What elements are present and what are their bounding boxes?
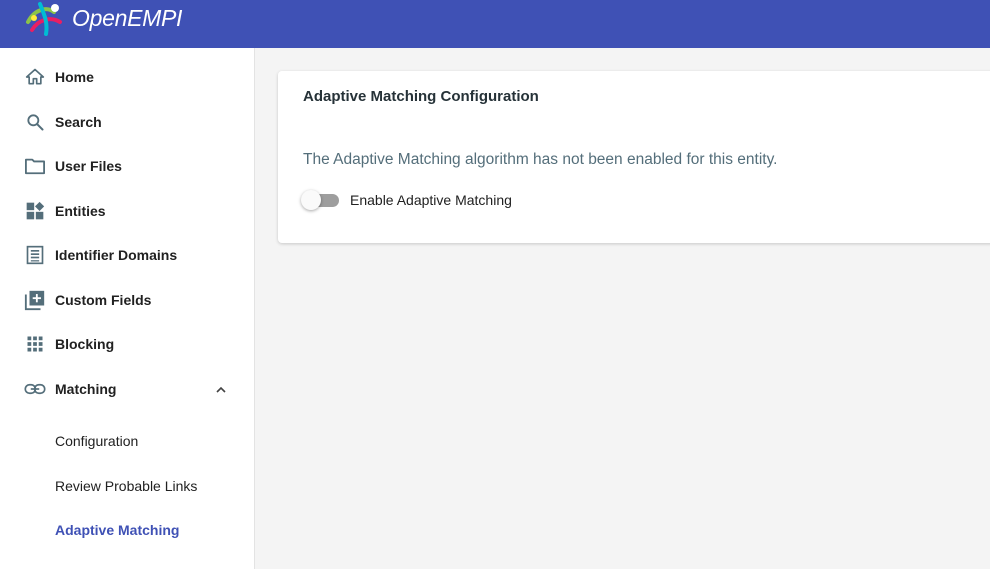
sidebar-item-label: Search	[55, 114, 102, 130]
sidebar-subitem-review-probable-links[interactable]: Review Probable Links	[0, 466, 255, 506]
app-logo[interactable]: OpenEMPI	[24, 0, 182, 36]
openempi-logo-icon	[26, 2, 62, 36]
app-header: OpenEMPI	[0, 0, 990, 48]
library-add-icon	[24, 289, 46, 311]
sidebar-item-user-files[interactable]: User Files	[0, 146, 255, 186]
sidebar-subitem-configuration[interactable]: Configuration	[0, 421, 255, 461]
sidebar-subitem-label: Adaptive Matching	[55, 522, 180, 538]
sidebar-item-blocking[interactable]: Blocking	[0, 324, 255, 364]
main-content: Adaptive Matching Configuration The Adap…	[256, 48, 990, 569]
sidebar-item-label: Identifier Domains	[55, 247, 178, 263]
sidebar-item-home[interactable]: Home	[0, 57, 255, 97]
sidebar-item-label: Home	[55, 69, 94, 85]
sidebar-item-custom-fields[interactable]: Custom Fields	[0, 280, 255, 320]
search-icon	[24, 111, 46, 133]
link-icon	[24, 378, 46, 400]
toggle-label: Enable Adaptive Matching	[350, 192, 512, 208]
sidebar-subitem-label: Configuration	[55, 433, 139, 449]
sidebar-subitem-adaptive-matching[interactable]: Adaptive Matching	[0, 510, 255, 550]
sidebar-item-search[interactable]: Search	[0, 102, 255, 142]
adaptive-matching-card: Adaptive Matching Configuration The Adap…	[278, 71, 990, 243]
home-icon	[24, 66, 46, 88]
enable-adaptive-matching-toggle[interactable]	[301, 189, 341, 211]
chevron-up-icon[interactable]	[214, 382, 228, 396]
sidebar-item-matching[interactable]: Matching	[0, 369, 255, 409]
widgets-icon	[24, 200, 46, 222]
sidebar-item-label: Blocking	[55, 336, 115, 352]
app-title: OpenEMPI	[72, 4, 183, 31]
sidebar: Home Search User Files Entities Identifi…	[0, 48, 255, 569]
sidebar-item-entities[interactable]: Entities	[0, 191, 255, 231]
sidebar-item-label: Custom Fields	[55, 292, 152, 308]
sidebar-item-label: Entities	[55, 203, 106, 219]
card-title: Adaptive Matching Configuration	[303, 88, 539, 105]
apps-grid-icon	[24, 333, 46, 355]
status-message: The Adaptive Matching algorithm has not …	[303, 151, 778, 168]
list-icon	[24, 244, 46, 266]
sidebar-item-identifier-domains[interactable]: Identifier Domains	[0, 235, 255, 275]
toggle-thumb	[301, 190, 321, 210]
sidebar-item-label: Matching	[55, 381, 117, 397]
folder-icon	[24, 155, 46, 177]
sidebar-item-label: User Files	[55, 158, 122, 174]
sidebar-subitem-label: Review Probable Links	[55, 478, 198, 494]
